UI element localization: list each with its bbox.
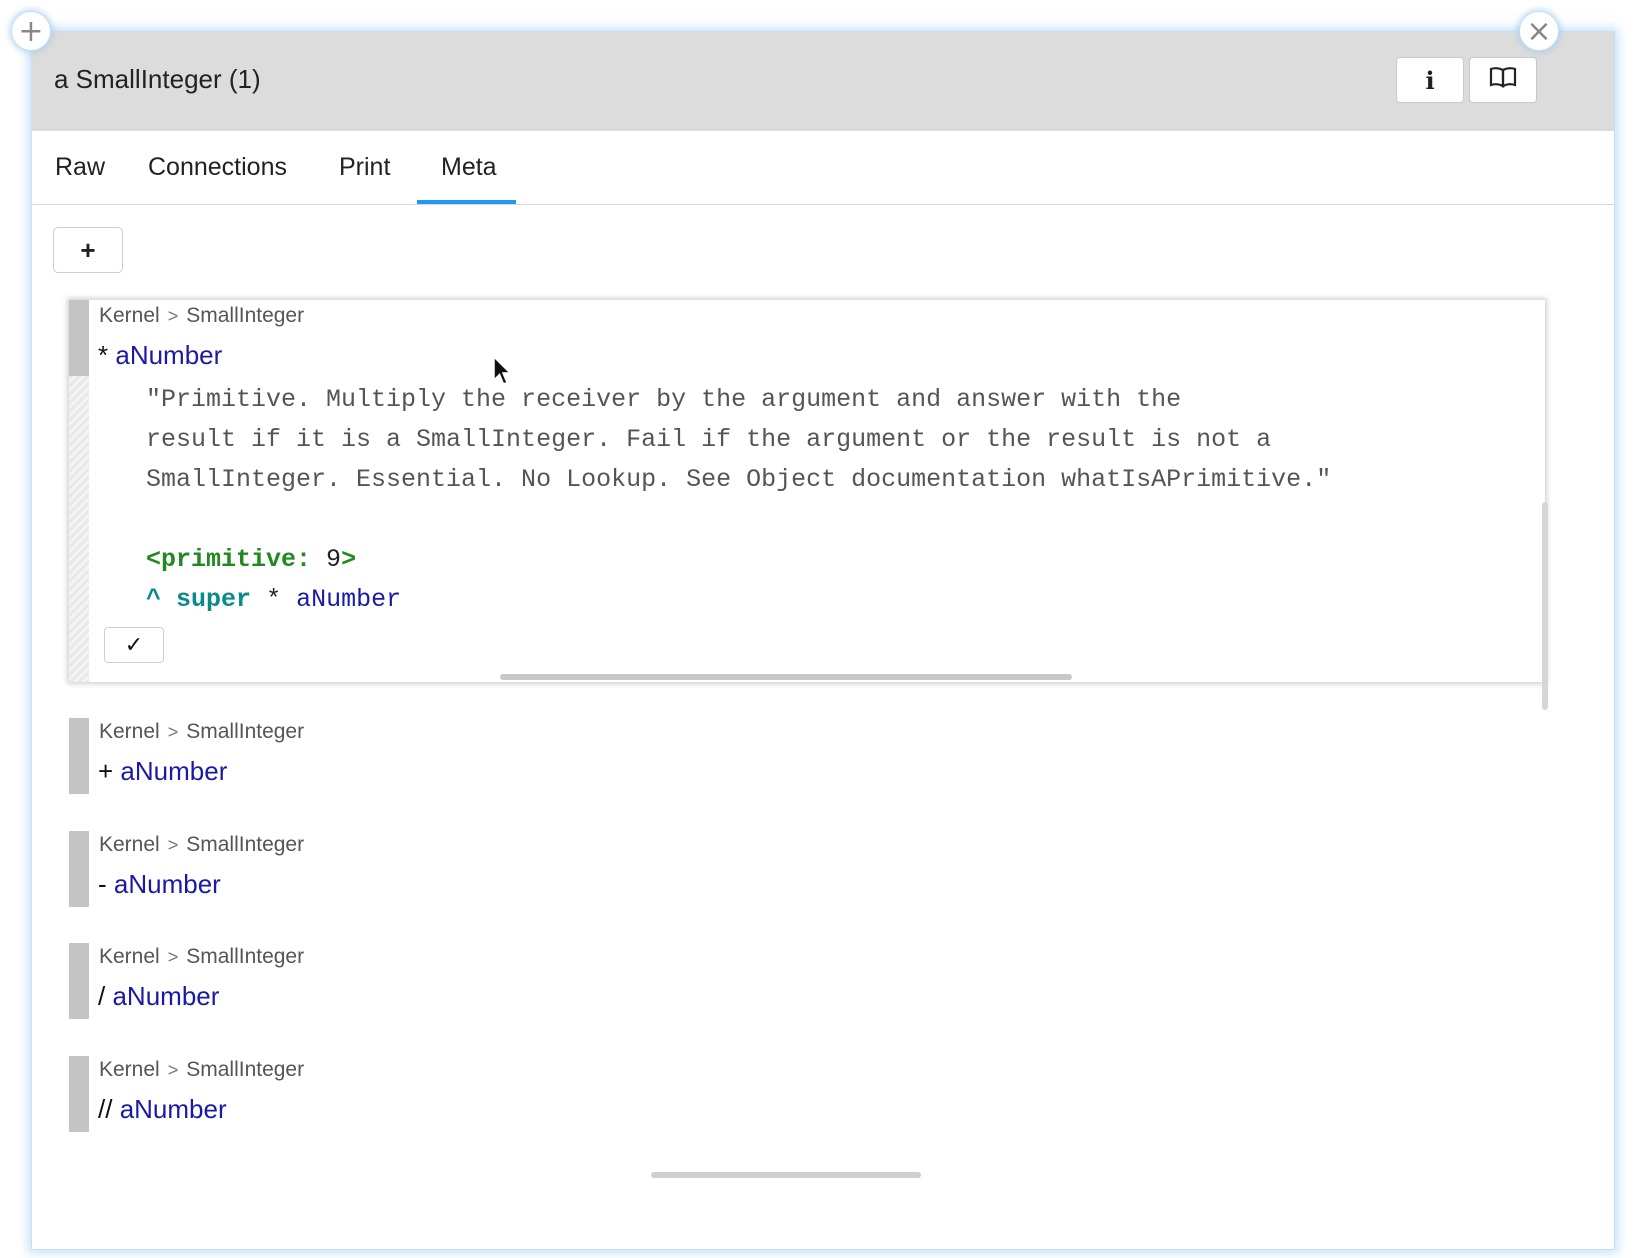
tab-connections[interactable]: Connections [148,153,287,182]
mouse-pointer-icon [492,355,512,391]
method-drag-handle[interactable] [69,300,89,376]
primitive-pragma: <primitive: [146,545,312,574]
close-pane-button[interactable]: × [1519,11,1559,51]
add-pane-button[interactable]: + [11,11,51,51]
method-selector: / [98,981,106,1011]
selected-tab-indicator [417,200,516,204]
window-title: a SmallInteger (1) [54,64,261,94]
method-list-item[interactable]: Kernel > SmallInteger // aNumber [69,1056,569,1132]
breadcrumb: Kernel > SmallInteger [99,945,304,969]
method-argument: aNumber [120,756,228,786]
plus-icon: + [80,234,96,265]
method-argument: aNumber [112,981,220,1011]
breadcrumb-separator: > [167,947,179,967]
source-comment-line: "Primitive. Multiply the receiver by the… [146,385,1182,414]
method-argument: aNumber [115,340,223,370]
breadcrumb-package[interactable]: Kernel [99,720,160,743]
method-selector: * [98,340,109,370]
primitive-pragma-line: <primitive: 9> [146,540,1331,580]
source-comment-line: SmallInteger. Essential. No Lookup. See … [146,465,1332,494]
method-list-item[interactable]: Kernel > SmallInteger + aNumber [69,718,569,794]
method-editor-gutter [69,376,89,682]
method-selector: // [98,1094,113,1124]
book-icon [1489,66,1517,95]
tab-print[interactable]: Print [339,153,390,182]
breadcrumb-class[interactable]: SmallInteger [186,833,304,856]
breadcrumb: Kernel > SmallInteger [99,1058,304,1082]
breadcrumb-separator: > [167,306,179,326]
breadcrumb-class[interactable]: SmallInteger [186,720,304,743]
return-receiver: super [176,585,252,614]
vertical-scrollbar[interactable] [1542,502,1548,710]
breadcrumb-separator: > [167,1060,179,1080]
return-caret: ^ [146,585,162,614]
return-argument: aNumber [296,585,402,614]
method-argument: aNumber [119,1094,227,1124]
horizontal-scrollbar[interactable] [651,1172,921,1178]
method-argument: aNumber [113,869,221,899]
breadcrumb-package[interactable]: Kernel [99,945,160,968]
breadcrumb-package[interactable]: Kernel [99,833,160,856]
breadcrumb-package[interactable]: Kernel [99,304,160,327]
method-signature[interactable]: / aNumber [98,981,219,1012]
method-signature[interactable]: + aNumber [98,756,227,787]
info-icon: i [1425,65,1435,95]
accept-button[interactable]: ✓ [104,627,164,663]
method-drag-handle[interactable] [69,943,89,1019]
plus-icon: + [18,13,44,49]
tab-meta[interactable]: Meta [441,153,497,182]
method-signature[interactable]: * aNumber [98,340,222,371]
method-editor-card: Kernel > SmallInteger * aNumber "Primitive… [69,300,1545,682]
browse-button[interactable] [1469,57,1537,103]
method-signature[interactable]: - aNumber [98,869,221,900]
method-selector: + [98,756,114,786]
checkmark-icon: ✓ [124,632,144,657]
breadcrumb: Kernel > SmallInteger [99,720,304,744]
breadcrumb: Kernel > SmallInteger [99,833,304,857]
method-selector: - [98,869,107,899]
method-drag-handle[interactable] [69,718,89,794]
close-icon: × [1526,13,1552,49]
method-source-editor[interactable]: "Primitive. Multiply the receiver by the… [146,380,1331,620]
method-signature[interactable]: // aNumber [98,1094,227,1125]
return-statement-line: ^ super * aNumber [146,580,1331,620]
primitive-close: > [341,545,357,574]
add-method-button[interactable]: + [53,227,123,273]
breadcrumb-package[interactable]: Kernel [99,1058,160,1081]
return-operator: * [266,585,282,614]
breadcrumb-separator: > [167,835,179,855]
source-comment-line: result if it is a SmallInteger. Fail if … [146,425,1272,454]
breadcrumb: Kernel > SmallInteger [99,304,304,328]
breadcrumb-class[interactable]: SmallInteger [186,1058,304,1081]
method-list-item[interactable]: Kernel > SmallInteger - aNumber [69,831,569,907]
primitive-number: 9 [326,545,342,574]
tab-bar: Raw Connections Print Meta [32,131,1614,205]
breadcrumb-class[interactable]: SmallInteger [186,304,304,327]
breadcrumb-class[interactable]: SmallInteger [186,945,304,968]
breadcrumb-separator: > [167,722,179,742]
method-drag-handle[interactable] [69,831,89,907]
title-bar: a SmallInteger (1) i [32,32,1614,131]
tab-raw[interactable]: Raw [55,153,105,182]
info-button[interactable]: i [1396,57,1464,103]
editor-horizontal-scrollbar[interactable] [500,674,1072,680]
inspector-window: a SmallInteger (1) i Raw Connections Pri… [31,31,1615,1250]
method-list-item[interactable]: Kernel > SmallInteger / aNumber [69,943,569,1019]
method-drag-handle[interactable] [69,1056,89,1132]
